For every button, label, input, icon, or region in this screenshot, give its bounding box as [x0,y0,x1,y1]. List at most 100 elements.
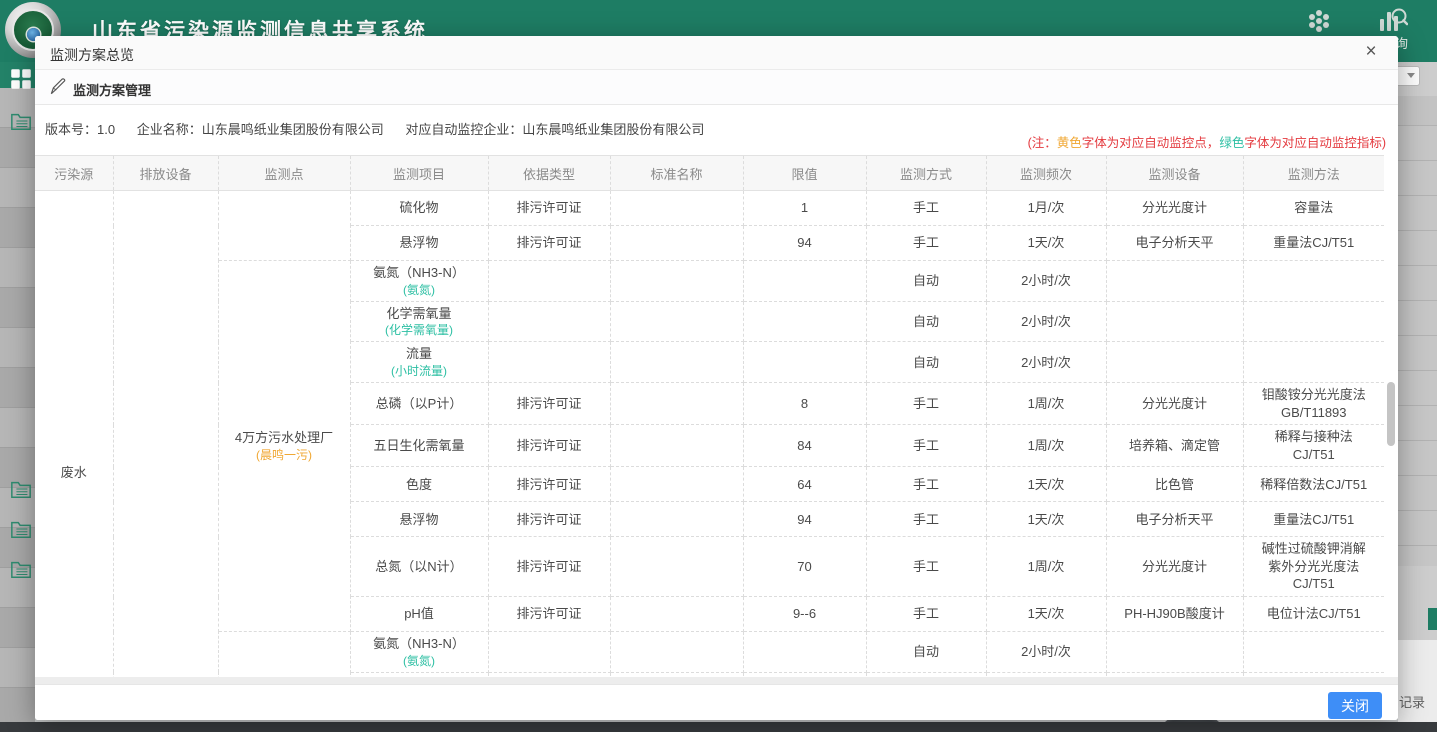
close-icon[interactable]: × [1360,41,1382,63]
monitor-method-cell: 碱性过硫酸钾消解 紫外分光光度法 CJ/T51 [1243,537,1384,597]
monitor-frequency-cell: 1月/次 [986,191,1106,226]
auto-company-label: 对应自动监控企业：山东晨鸣纸业集团股份有限公司 [405,122,704,137]
folder-icon[interactable] [10,518,32,540]
discharge-device-cell [113,191,218,678]
limit-value-cell: 94 [743,502,866,537]
monitor-device-cell: 分光光度计 [1106,383,1243,425]
monitor-item-cell: pH值 [350,597,488,632]
auto-monitor-indicator-label: (氨氮) [356,653,483,669]
column-header: 污染源 [35,156,113,191]
folder-icon[interactable] [10,110,32,132]
auto-monitor-point-label: (晨鸣一污) [224,447,345,463]
standard-name-cell [610,632,743,673]
pen-icon [48,77,68,97]
section-title: 监测方案管理 [73,80,151,99]
limit-value-cell: 1 [743,191,866,226]
grid-menu-icon[interactable] [10,68,32,90]
basis-type-cell: 排污许可证 [488,597,610,632]
monitor-method-cell [1243,261,1384,302]
dialog-header: 监测方案总览 × [35,36,1398,70]
background-page-right [1398,62,1437,722]
basis-type-cell: 排污许可证 [488,226,610,261]
monitor-method-cell [1243,632,1384,673]
monitor-mode-cell: 自动 [866,632,986,673]
monitor-mode-cell: 自动 [866,261,986,302]
standard-name-cell [610,383,743,425]
monitor-item-cell: 色度 [350,467,488,502]
plan-table-viewport: 污染源排放设备监测点监测项目依据类型标准名称限值监测方式监测频次监测设备监测方法… [35,155,1398,677]
monitor-item-cell: 五日生化需氧量 [350,425,488,467]
monitor-item-cell: 总氮（以N计） [350,537,488,597]
query-stats-icon[interactable] [1378,7,1408,33]
monitor-frequency-cell: 2小时/次 [986,342,1106,383]
monitor-method-cell [1243,672,1384,677]
limit-value-cell: 94 [743,226,866,261]
monitor-point-cell [218,191,350,261]
monitor-mode-cell: 手工 [866,467,986,502]
monitor-method-cell [1243,342,1384,383]
basis-type-cell: 排污许可证 [488,502,610,537]
column-header: 标准名称 [610,156,743,191]
folder-icon[interactable] [10,558,32,580]
monitor-frequency-cell: 1天/次 [986,226,1106,261]
basis-type-cell [488,632,610,673]
standard-name-cell [610,261,743,302]
color-legend-note: (注：黄色字体为对应自动监控点，绿色字体为对应自动监控指标) [1028,132,1386,151]
standard-name-cell [610,502,743,537]
monitor-mode-cell: 自动 [866,672,986,677]
auto-monitor-indicator-label: (化学需氧量) [356,322,483,338]
apps-dots-icon[interactable] [1305,7,1333,35]
standard-name-cell [610,425,743,467]
standard-name-cell [610,301,743,342]
plan-table-body: 废水硫化物排污许可证1手工1月/次分光光度计容量法悬浮物排污许可证94手工1天/… [35,191,1384,678]
standard-name-cell [610,191,743,226]
basis-type-cell [488,672,610,677]
monitor-item-cell: 总磷（以P计） [350,383,488,425]
monitor-device-cell [1106,261,1243,302]
version-label: 版本号：1.0 [45,122,115,137]
limit-value-cell [743,632,866,673]
monitor-device-cell: 电子分析天平 [1106,226,1243,261]
monitor-method-cell: 钼酸铵分光光度法 GB/T11893 [1243,383,1384,425]
monitor-device-cell: PH-HJ90B酸度计 [1106,597,1243,632]
vertical-scrollbar-thumb[interactable] [1387,382,1395,446]
monitor-mode-cell: 手工 [866,537,986,597]
horizontal-scrollbar-track[interactable] [35,677,1398,684]
dialog-footer: 关闭 [35,684,1398,720]
monitor-frequency-cell: 2小时/次 [986,672,1106,677]
table-row: 氨氮（NH3-N）(氨氮)自动2小时/次 [35,632,1384,673]
basis-type-cell: 排污许可证 [488,191,610,226]
monitor-method-cell: 重量法CJ/T51 [1243,226,1384,261]
limit-value-cell: 84 [743,425,866,467]
basis-type-cell [488,261,610,302]
column-header: 监测点 [218,156,350,191]
monitor-item-cell: 悬浮物 [350,502,488,537]
monitor-device-cell [1106,342,1243,383]
standard-name-cell [610,342,743,383]
limit-value-cell: 64 [743,467,866,502]
monitor-item-cell: 流量(小时流量) [350,342,488,383]
monitor-mode-cell: 手工 [866,226,986,261]
monitor-item-cell: 悬浮物 [350,226,488,261]
monitor-method-cell: 稀释与接种法 CJ/T51 [1243,425,1384,467]
table-row: 4万方污水处理厂(晨鸣一污)氨氮（NH3-N）(氨氮)自动2小时/次 [35,261,1384,302]
standard-name-cell [610,672,743,677]
column-header: 依据类型 [488,156,610,191]
column-header: 监测设备 [1106,156,1243,191]
monitor-frequency-cell: 1周/次 [986,425,1106,467]
monitor-device-cell: 分光光度计 [1106,537,1243,597]
monitor-mode-cell: 自动 [866,342,986,383]
chevron-down-icon [1407,73,1415,78]
monitor-mode-cell: 手工 [866,425,986,467]
close-button[interactable]: 关闭 [1328,692,1382,719]
monitor-item-cell: 氨氮（NH3-N）(氨氮) [350,632,488,673]
basis-type-cell [488,342,610,383]
monitor-item-cell: 化学需氧量(化学需氧量) [350,301,488,342]
company-label: 企业名称：山东晨鸣纸业集团股份有限公司 [137,122,384,137]
monitor-device-cell: 培养箱、滴定管 [1106,425,1243,467]
background-teal-element [1428,608,1437,630]
monitor-frequency-cell: 1天/次 [986,502,1106,537]
limit-value-cell [743,261,866,302]
monitor-method-cell: 电位计法CJ/T51 [1243,597,1384,632]
folder-icon[interactable] [10,478,32,500]
